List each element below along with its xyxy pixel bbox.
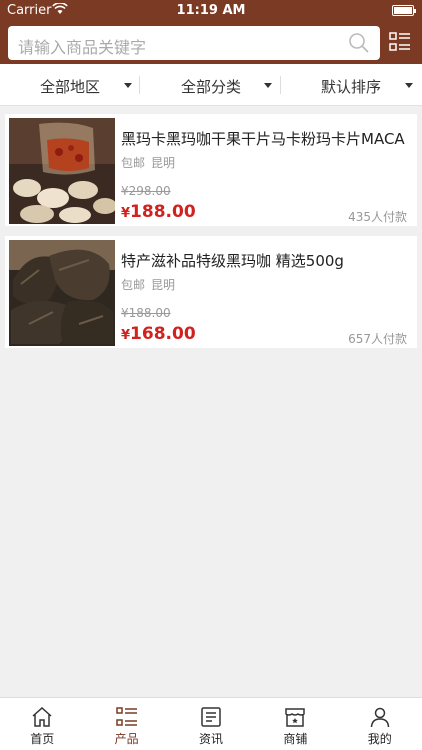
sales-count: 435人付款 [348, 210, 407, 224]
chevron-down-icon [264, 83, 272, 88]
filter-bar: 全部地区 全部分类 默认排序 [0, 64, 422, 106]
filter-region[interactable]: 全部地区 [0, 64, 140, 106]
divider [280, 76, 281, 94]
battery-icon [392, 5, 416, 16]
tab-news[interactable]: 资讯 [169, 698, 253, 750]
filter-category[interactable]: 全部分类 [141, 64, 281, 106]
product-card[interactable]: 特产滋补品特级黑玛咖 精选500g 包邮 昆明 ¥188.00 ¥168.00 6… [5, 236, 417, 348]
product-card[interactable]: 黑玛卡黑玛咖干果干片马卡粉玛卡片MACA 包邮 昆明 ¥298.00 ¥188.0… [5, 114, 417, 226]
tab-home[interactable]: 首页 [0, 698, 84, 750]
shop-icon [285, 708, 306, 727]
search-icon[interactable] [348, 32, 370, 58]
tab-shop[interactable]: 商铺 [253, 698, 337, 750]
product-meta: 包邮 昆明 [121, 276, 175, 293]
chevron-down-icon [124, 83, 132, 88]
price-value: 188.00 [130, 202, 196, 222]
shipping-badge: 包邮 [121, 156, 146, 170]
tab-products-label: 产品 [114, 732, 139, 746]
current-price: ¥168.00 [121, 324, 196, 344]
search-placeholder: 请输入商品关键字 [18, 38, 147, 57]
tab-profile[interactable]: 我的 [338, 698, 422, 750]
tab-products[interactable]: 产品 [84, 698, 168, 750]
tab-profile-label: 我的 [367, 732, 392, 746]
tab-news-label: 资讯 [198, 732, 223, 746]
tab-home-label: 首页 [30, 732, 55, 746]
product-title[interactable]: 黑玛卡黑玛咖干果干片马卡粉玛卡片MACA [121, 128, 409, 149]
filter-category-label: 全部分类 [181, 78, 242, 96]
clock: 11:19 AM [176, 3, 246, 18]
currency-symbol: ¥ [121, 328, 131, 343]
product-location: 昆明 [151, 156, 176, 170]
list-icon [115, 707, 137, 726]
top-bar: Carrier 11:19 AM 请输入商品关键字 [0, 0, 422, 64]
divider [139, 76, 140, 94]
price-value: 168.00 [130, 324, 196, 344]
home-icon [32, 706, 52, 727]
user-icon [370, 707, 390, 728]
shipping-badge: 包邮 [121, 278, 146, 292]
chevron-down-icon [405, 83, 413, 88]
current-price: ¥188.00 [121, 202, 196, 222]
product-location: 昆明 [151, 278, 176, 292]
filter-sort[interactable]: 默认排序 [282, 64, 422, 106]
original-price: ¥298.00 [121, 184, 171, 198]
search-box[interactable]: 请输入商品关键字 [8, 26, 380, 60]
status-bar: Carrier 11:19 AM [0, 0, 422, 22]
tab-bar: 首页 产品 资讯 商铺 我的 [0, 697, 422, 750]
filter-sort-label: 默认排序 [321, 78, 382, 96]
product-image [9, 240, 115, 346]
sales-count: 657人付款 [348, 332, 407, 346]
currency-symbol: ¥ [121, 206, 131, 221]
product-meta: 包邮 昆明 [121, 154, 175, 171]
original-price: ¥188.00 [121, 306, 171, 320]
product-image [9, 118, 115, 224]
tab-shop-label: 商铺 [283, 732, 308, 746]
filter-region-label: 全部地区 [40, 78, 101, 96]
product-title[interactable]: 特产滋补品特级黑玛咖 精选500g [121, 250, 409, 271]
news-icon [201, 707, 221, 727]
category-menu-icon[interactable] [388, 30, 412, 54]
